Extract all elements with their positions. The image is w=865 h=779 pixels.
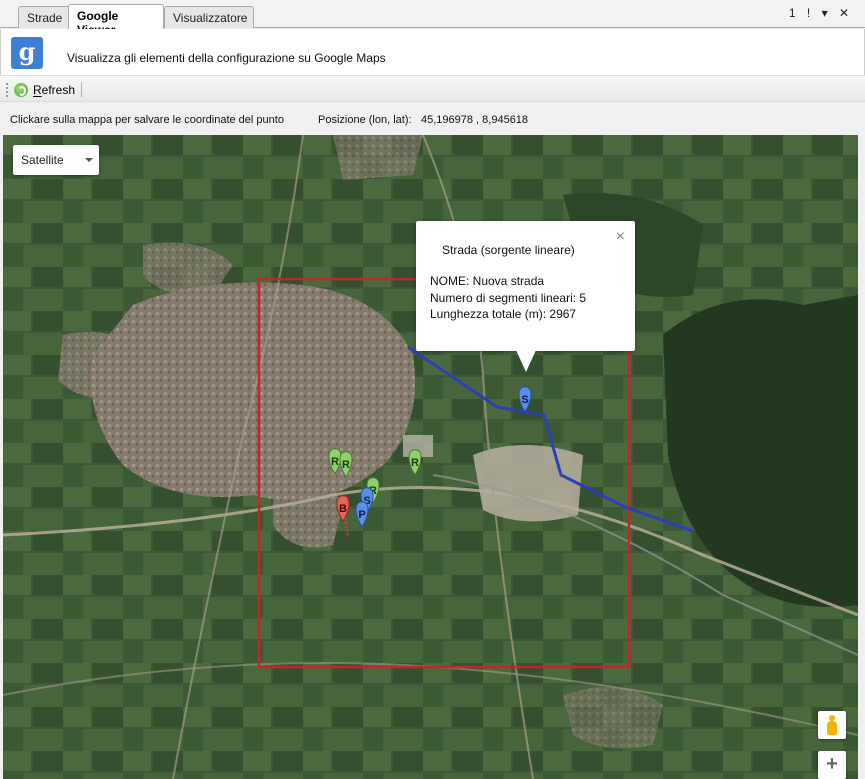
info-window-segments: Numero di segmenti lineari: 5 [430,291,587,305]
tab-strade[interactable]: Strade [18,6,70,28]
map-click-hint: Clickare sulla mappa per salvare le coor… [10,114,284,126]
toolbar-grip[interactable] [6,83,8,97]
close-icon[interactable]: × [616,229,625,245]
svg-text:P: P [358,509,365,521]
pegman-icon [827,715,837,735]
tab-label: Strade [27,11,63,25]
info-window-name: NOME: Nuova strada [430,274,545,288]
tab-visualizzatore[interactable]: Visualizzatore [164,6,254,28]
info-window-pointer [516,350,536,372]
position-label: Posizione (lon, lat): [318,114,412,126]
toolbar: Refresh [0,75,865,102]
info-window-length: Lunghezza totale (m): 2967 [430,307,577,321]
tab-google-viewer[interactable]: Google Viewer [68,4,164,37]
position-value: 45,196978 , 8,945618 [421,114,529,126]
coordinate-bar: Clickare sulla mappa per salvare le coor… [0,103,865,135]
tab-label: Visualizzatore [173,11,248,25]
map-type-value: Satellite [21,153,64,167]
marker-r[interactable]: R [408,449,422,476]
svg-text:B: B [339,503,347,515]
refresh-icon [14,82,28,97]
toolbar-separator [81,82,82,97]
svg-text:R: R [331,456,339,468]
street-view-pegman[interactable] [818,711,846,739]
svg-text:R: R [342,459,350,471]
viewer-header: g Visualizza gli elementi della configur… [0,29,865,75]
marker-b[interactable]: B [336,495,350,522]
info-window-title: Strada (sorgente lineare) [442,243,575,257]
marker-r[interactable]: R [339,451,353,478]
info-window: × Strada (sorgente lineare) NOME: Nuova … [416,221,635,351]
svg-text:R: R [411,457,419,469]
refresh-label-mnemonic: R [33,82,42,97]
refresh-label: efresh [41,82,76,97]
google-logo-icon: g [11,37,43,69]
google-map[interactable]: R R R R B S P S Satellite × Strada (sorg… [3,135,858,779]
tab-strip-controls[interactable]: 1 ! ▾ ✕ [789,6,853,20]
document-tab-strip: Strade Google Viewer Visualizzatore 1 ! … [0,0,865,37]
map-type-select[interactable]: Satellite [13,145,99,175]
refresh-button[interactable]: Refresh [14,80,79,99]
zoom-in-button[interactable]: + [818,751,846,779]
svg-text:S: S [521,394,528,406]
marker-s-road[interactable]: S [518,386,532,413]
marker-r[interactable]: R [328,448,342,475]
marker-p[interactable]: P [355,501,369,528]
chevron-down-icon [85,158,93,162]
header-description: Visualizza gli elementi della configuraz… [67,51,386,65]
